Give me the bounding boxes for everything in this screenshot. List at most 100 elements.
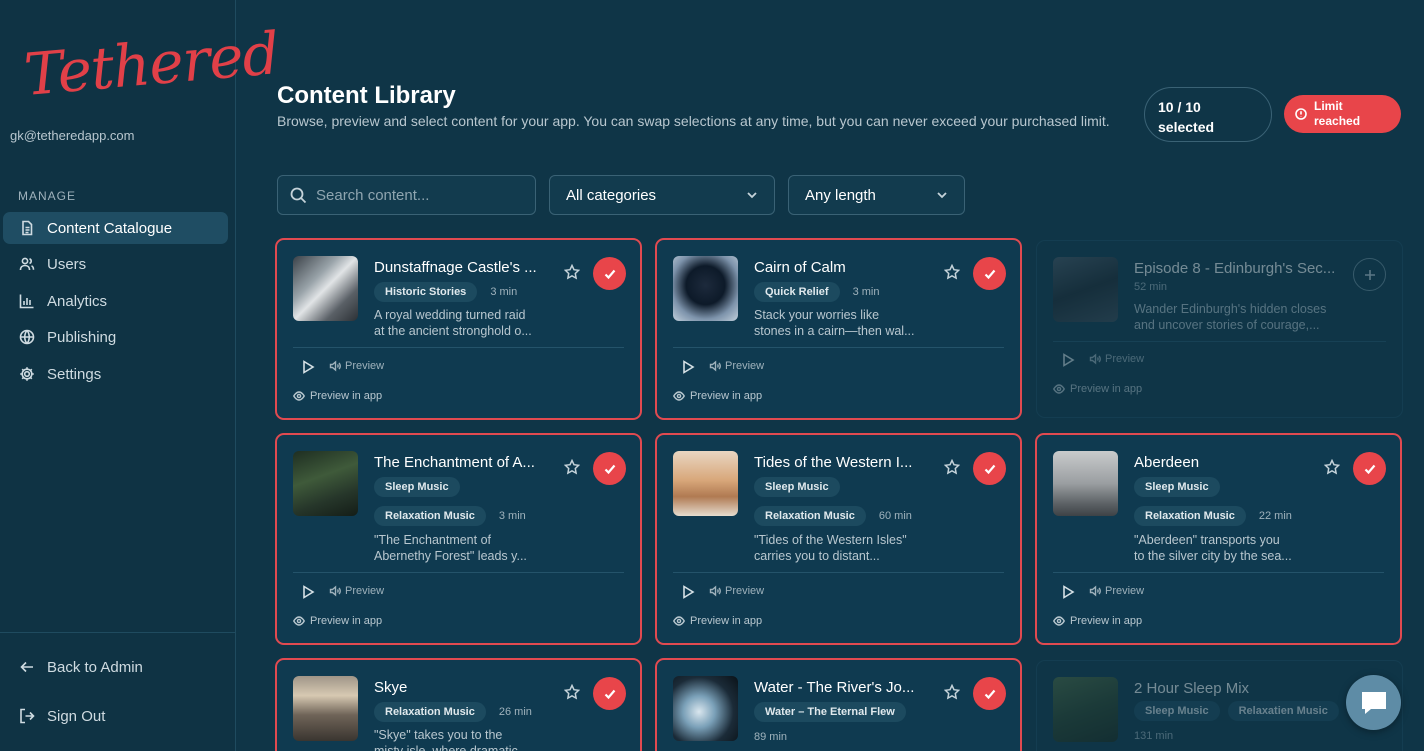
content-card[interactable]: Cairn of Calm Quick Relief 3 min Stack y… xyxy=(655,238,1022,420)
star-icon[interactable] xyxy=(944,264,960,280)
globe-icon xyxy=(19,329,35,345)
preview-label: Preview xyxy=(1105,585,1145,597)
category-tag: Relaxation Music xyxy=(374,506,486,526)
play-icon[interactable] xyxy=(681,585,695,599)
sidebar-divider xyxy=(0,632,236,633)
preview-in-app-label: Preview in app xyxy=(310,390,383,402)
play-icon[interactable] xyxy=(1061,353,1075,367)
category-tag: Sleep Music xyxy=(754,477,840,497)
card-tags: 131 min xyxy=(1134,730,1173,742)
page-description: Browse, preview and select content for y… xyxy=(277,113,1110,129)
sidebar-item-users[interactable]: Users xyxy=(3,248,228,280)
card-description: "Aberdeen" transports you to the silver … xyxy=(1134,532,1309,564)
card-title: Skye xyxy=(374,679,408,696)
category-tag: Quick Relief xyxy=(754,282,840,302)
brand-logo[interactable]: Tethered xyxy=(22,19,282,109)
star-icon[interactable] xyxy=(1324,459,1340,475)
sidebar-item-publishing[interactable]: Publishing xyxy=(3,321,228,353)
selected-toggle[interactable] xyxy=(593,257,626,290)
description-line: and uncover stories of courage,... xyxy=(1134,318,1320,332)
audio-preview-button[interactable]: Preview xyxy=(709,360,764,372)
play-icon[interactable] xyxy=(1061,585,1075,599)
content-card[interactable]: Dunstaffnage Castle's ... Historic Stori… xyxy=(275,238,642,420)
star-icon[interactable] xyxy=(564,264,580,280)
audio-preview-button[interactable]: Preview xyxy=(329,360,384,372)
sidebar-item-content-catalogue[interactable]: Content Catalogue xyxy=(3,212,228,244)
sidebar-item-label: Settings xyxy=(47,365,102,383)
add-toggle[interactable] xyxy=(1353,258,1386,291)
check-icon xyxy=(984,689,995,699)
document-icon xyxy=(22,220,33,236)
card-divider xyxy=(1053,572,1384,573)
preview-in-app-link[interactable]: Preview in app xyxy=(1053,383,1142,395)
sidebar-item-analytics[interactable]: Analytics xyxy=(3,285,228,317)
content-thumbnail xyxy=(1053,257,1118,322)
content-card[interactable]: Episode 8 - Edinburgh's Sec... 52 min Wa… xyxy=(1036,240,1403,418)
back-to-admin-link[interactable]: Back to Admin xyxy=(3,651,228,683)
play-icon[interactable] xyxy=(301,360,315,374)
category-select[interactable]: All categories xyxy=(549,175,775,215)
content-card[interactable]: Skye Relaxation Music 26 min "Skye" take… xyxy=(275,658,642,751)
description-line: "Skye" takes you to the xyxy=(374,728,503,742)
description-line: "Tides of the Western Isles" xyxy=(754,533,907,547)
category-tag: Sleep Music xyxy=(1134,701,1220,721)
preview-in-app-label: Preview in app xyxy=(310,615,383,627)
search-input[interactable]: Search content... xyxy=(277,175,536,215)
star-icon[interactable] xyxy=(564,459,580,475)
audio-preview-button[interactable]: Preview xyxy=(1089,585,1144,597)
preview-in-app-link[interactable]: Preview in app xyxy=(293,390,382,402)
preview-label: Preview xyxy=(725,360,765,372)
selected-toggle[interactable] xyxy=(593,677,626,710)
content-thumbnail xyxy=(1053,451,1118,516)
card-tags: Historic Stories 3 min xyxy=(374,282,517,302)
check-icon xyxy=(984,269,995,279)
selected-toggle[interactable] xyxy=(973,677,1006,710)
card-divider xyxy=(673,572,1004,573)
card-tags: 52 min xyxy=(1134,281,1167,293)
sidebar-item-settings[interactable]: Settings xyxy=(3,358,228,390)
play-icon[interactable] xyxy=(681,360,695,374)
selected-toggle[interactable] xyxy=(973,257,1006,290)
eye-icon xyxy=(293,391,305,401)
card-title: Tides of the Western I... xyxy=(754,454,913,471)
length-select[interactable]: Any length xyxy=(788,175,965,215)
preview-in-app-link[interactable]: Preview in app xyxy=(1053,615,1142,627)
content-card[interactable]: The Enchantment of A... Sleep Music Rela… xyxy=(275,433,642,645)
sign-out-icon xyxy=(20,708,35,724)
duration: 3 min xyxy=(490,286,518,298)
selected-toggle[interactable] xyxy=(593,452,626,485)
preview-in-app-link[interactable]: Preview in app xyxy=(673,615,762,627)
preview-in-app-label: Preview in app xyxy=(690,615,763,627)
star-icon[interactable] xyxy=(944,459,960,475)
audio-preview-button[interactable]: Preview xyxy=(329,585,384,597)
account-email: gk@tetheredapp.com xyxy=(10,128,135,143)
card-tags: Relaxation Music 22 min xyxy=(1134,506,1292,526)
selected-toggle[interactable] xyxy=(973,452,1006,485)
card-description: A royal wedding turned raid at the ancie… xyxy=(374,307,549,339)
play-icon[interactable] xyxy=(301,585,315,599)
content-card[interactable]: Water - The River's Jo... Water – The Et… xyxy=(655,658,1022,751)
star-icon[interactable] xyxy=(944,684,960,700)
card-tags: Relaxation Music 26 min xyxy=(374,702,532,722)
chat-launcher-button[interactable] xyxy=(1346,675,1401,730)
content-card[interactable]: Tides of the Western I... Sleep Music Re… xyxy=(655,433,1022,645)
preview-in-app-link[interactable]: Preview in app xyxy=(673,390,762,402)
eye-icon xyxy=(1053,616,1065,626)
description-line: A royal wedding turned raid xyxy=(374,308,526,322)
category-tag: Sleep Music xyxy=(374,477,460,497)
content-thumbnail xyxy=(673,256,738,321)
gear-icon xyxy=(20,367,34,381)
preview-in-app-link[interactable]: Preview in app xyxy=(293,615,382,627)
card-title: Aberdeen xyxy=(1134,454,1200,471)
category-tag: Relaxation Music xyxy=(1134,506,1246,526)
audio-preview-button[interactable]: Preview xyxy=(709,585,764,597)
star-icon[interactable] xyxy=(564,684,580,700)
selected-toggle[interactable] xyxy=(1353,452,1386,485)
audio-preview-button[interactable]: Preview xyxy=(1089,353,1144,365)
card-tags: Water – The Eternal Flew xyxy=(754,702,906,722)
users-icon xyxy=(19,257,35,271)
card-description: Stack your worries like stones in a cair… xyxy=(754,307,929,339)
sign-out-button[interactable]: Sign Out xyxy=(3,700,228,732)
card-tags: Sleep Music xyxy=(754,477,840,497)
content-card[interactable]: Aberdeen Sleep Music Relaxation Music 22… xyxy=(1035,433,1402,645)
